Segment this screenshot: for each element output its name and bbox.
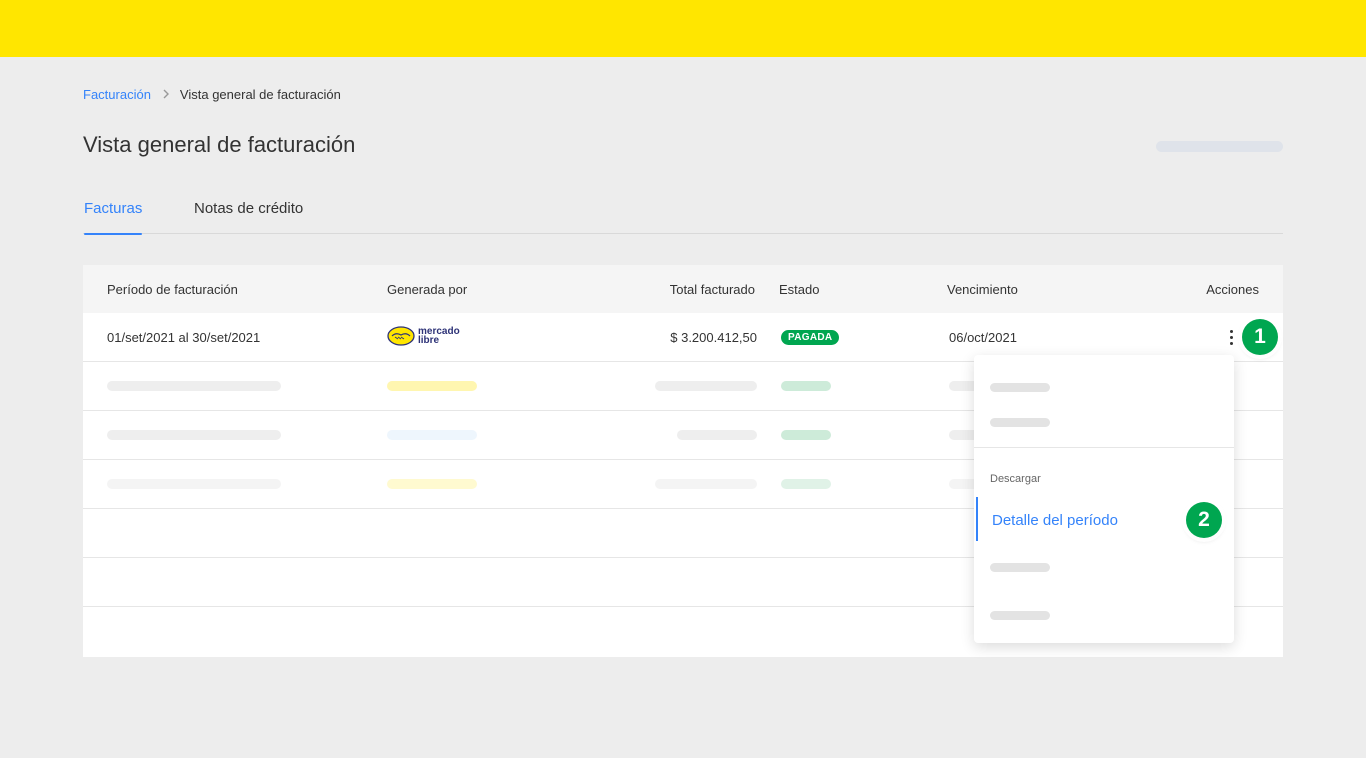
kebab-menu-icon[interactable] xyxy=(1223,327,1239,347)
breadcrumb: Facturación Vista general de facturación xyxy=(83,86,341,102)
skeleton-status xyxy=(781,430,831,440)
skeleton-period xyxy=(107,479,281,489)
column-header-total: Total facturado xyxy=(669,282,755,297)
column-header-period: Período de facturación xyxy=(107,282,238,297)
tab-notas-de-credito[interactable]: Notas de crédito xyxy=(194,200,303,234)
column-header-status: Estado xyxy=(779,282,820,297)
skeleton-total xyxy=(655,381,757,391)
menu-section-label-descargar: Descargar xyxy=(990,473,1041,485)
chevron-right-icon xyxy=(163,86,170,102)
skeleton-status xyxy=(781,381,831,391)
mercadolibre-handshake-logo: mercado libre xyxy=(387,326,460,346)
cell-period: 01/set/2021 al 30/set/2021 xyxy=(107,330,261,345)
actions-dropdown-menu: Descargar Detalle del período xyxy=(974,355,1234,643)
skeleton-period xyxy=(107,381,281,391)
menu-divider xyxy=(974,447,1234,448)
column-header-due: Vencimiento xyxy=(947,282,1018,297)
header-placeholder-skeleton xyxy=(1156,141,1283,152)
cell-total: $ 3.200.412,50 xyxy=(670,330,757,345)
menu-item-skeleton xyxy=(990,611,1050,620)
skeleton-status xyxy=(781,479,831,489)
page-title: Vista general de facturación xyxy=(83,132,356,157)
skeleton-period xyxy=(107,430,281,440)
skeleton-generated-by xyxy=(387,479,477,489)
tabs-bar: Facturas Notas de crédito xyxy=(83,200,1283,235)
skeleton-generated-by xyxy=(387,430,477,440)
logo-text-line2: libre xyxy=(418,335,440,346)
tab-facturas[interactable]: Facturas xyxy=(84,200,143,235)
table-header: Período de facturación Generada por Tota… xyxy=(83,265,1283,313)
cell-due: 06/oct/2021 xyxy=(949,330,1017,345)
breadcrumb-link-facturacion[interactable]: Facturación xyxy=(83,87,151,102)
status-badge: PAGADA xyxy=(781,330,840,345)
menu-item-skeleton xyxy=(990,563,1050,572)
skeleton-total xyxy=(677,430,757,440)
skeleton-generated-by xyxy=(387,381,477,391)
menu-item-skeleton xyxy=(990,418,1050,427)
step-marker-1: 1 xyxy=(1242,319,1278,355)
menu-item-label: Detalle del período xyxy=(992,512,1118,529)
breadcrumb-current: Vista general de facturación xyxy=(179,86,341,102)
menu-item-skeleton xyxy=(990,383,1050,392)
step-marker-2: 2 xyxy=(1186,502,1222,538)
skeleton-total xyxy=(655,479,757,489)
column-header-actions: Acciones xyxy=(1206,282,1259,297)
top-header-bar xyxy=(0,0,1366,57)
column-header-generated-by: Generada por xyxy=(387,282,468,297)
